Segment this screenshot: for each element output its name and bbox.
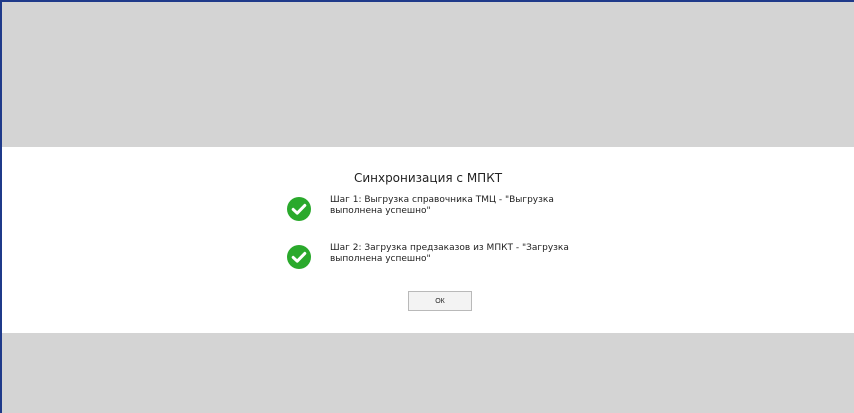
sync-dialog: Синхронизация с МПКТ Шаг 1: Выгрузка спр… xyxy=(2,147,854,333)
app-window: Синхронизация с МПКТ Шаг 1: Выгрузка спр… xyxy=(0,0,854,413)
step-2-row: Шаг 2: Загрузка предзаказов из МПКТ - "З… xyxy=(287,243,607,277)
check-circle-icon xyxy=(287,245,311,269)
step-2-text: Шаг 2: Загрузка предзаказов из МПКТ - "З… xyxy=(330,243,569,264)
check-circle-icon xyxy=(287,197,311,221)
modal-overlay-bottom xyxy=(2,333,854,413)
step-1-text: Шаг 1: Выгрузка справочника ТМЦ - "Выгру… xyxy=(330,195,554,216)
ok-button[interactable]: ОК xyxy=(408,291,472,311)
modal-overlay-top xyxy=(2,2,854,147)
step-1-row: Шаг 1: Выгрузка справочника ТМЦ - "Выгру… xyxy=(287,195,607,229)
dialog-title: Синхронизация с МПКТ xyxy=(353,171,503,185)
